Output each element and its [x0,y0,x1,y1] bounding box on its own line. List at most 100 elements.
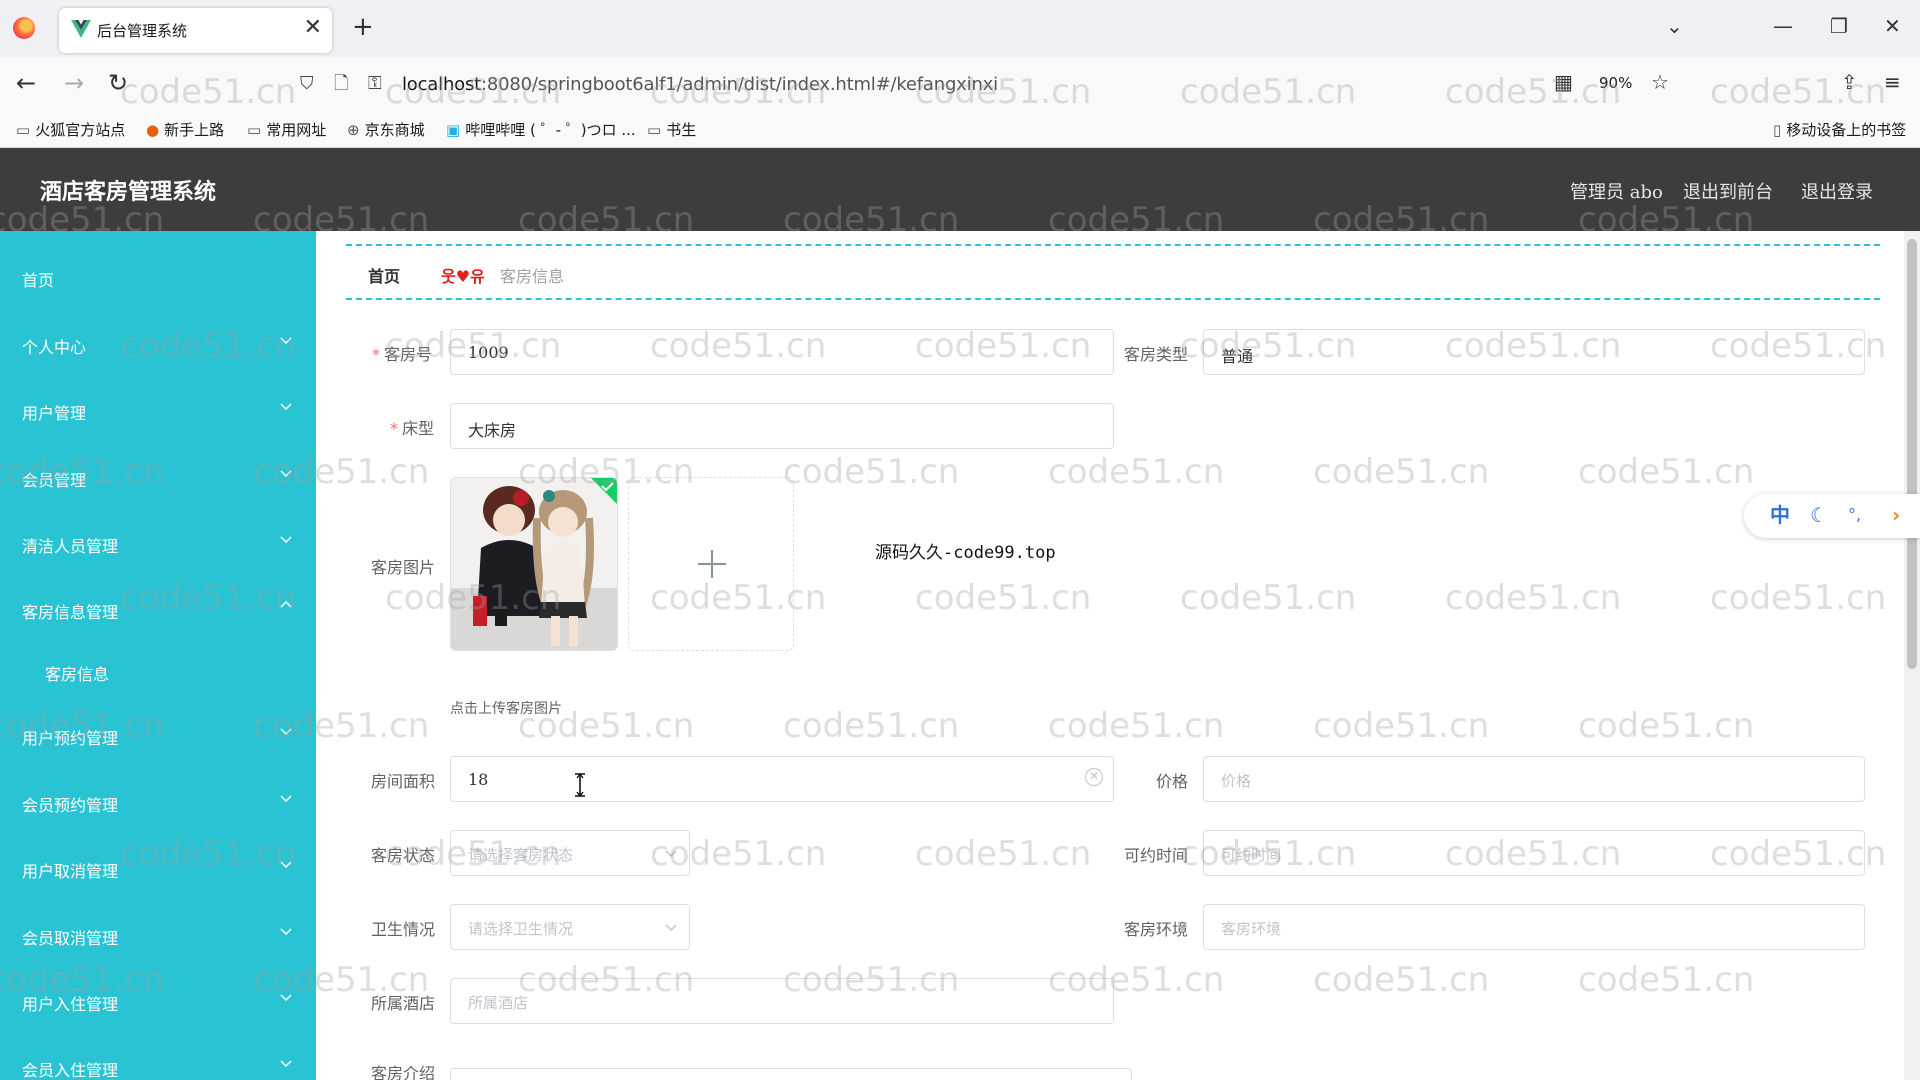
bed-type-input[interactable]: 大床房 [450,403,1114,449]
room-no-input[interactable]: 1009 [450,329,1114,375]
window-close-icon[interactable]: ✕ [1884,14,1901,38]
chevron-down-icon [280,994,292,1002]
new-tab-button[interactable]: + [352,12,374,42]
price-label: 价格 [1156,772,1189,791]
sidebar-item[interactable]: 用户入住管理 [0,981,316,1021]
sidebar-item-label: 会员管理 [22,471,87,490]
forward-icon[interactable]: → [64,69,84,97]
area-input[interactable]: 18 ✕ [450,756,1114,802]
sidebar-item[interactable]: 会员预约管理 [0,782,316,822]
sidebar-item[interactable]: 清洁人员管理 [0,523,316,563]
sidebar-item[interactable]: 客房信息 [0,651,316,691]
tab-title: 后台管理系统 [97,22,188,40]
hotel-input[interactable]: 所属酒店 [450,978,1114,1024]
bookmark-item[interactable]: ▭ 常用网址 [247,120,326,140]
sidebar-item[interactable]: 首页 [0,257,316,297]
key-icon[interactable]: ⚿ [368,73,382,95]
bookmark-star-icon[interactable]: ☆ [1651,70,1669,94]
ime-toolbar[interactable]: 中 ☾ °, › [1744,494,1920,538]
punctuation-icon[interactable]: °, [1848,503,1861,527]
close-tab-icon[interactable]: ✕ [304,16,322,40]
sidebar-item[interactable]: 会员入住管理 [0,1047,316,1080]
qr-code-icon[interactable]: ▦ [1554,70,1573,94]
sidebar-item-label: 个人中心 [22,338,87,357]
tab-list-icon[interactable]: ⌄ [1666,14,1683,38]
bookable-time-label: 可约时间 [1124,846,1189,865]
folder-icon: ▭ [647,121,662,139]
hygiene-label: 卫生情况 [371,920,436,939]
page-icon[interactable]: 🗋 [334,73,348,95]
sidebar-item-label: 客房信息 [45,665,110,684]
url-text[interactable]: localhost:8080/springboot6alf1/admin/dis… [402,74,998,95]
area-label: 房间面积 [371,772,436,791]
minimize-icon[interactable]: — [1773,14,1793,38]
bookmark-item[interactable]: ▭ 书生 [647,120,696,140]
folder-icon: ▭ [247,121,262,139]
room-no-label: * 客房号 [372,345,433,364]
chevron-down-icon [280,928,292,936]
chevron-down-icon [665,924,677,932]
bookmark-item[interactable]: ⊕ 京东商城 [347,120,425,140]
mobile-bookmarks[interactable]: ▯ 移动设备上的书签 [1773,120,1906,140]
intro-label: 客房介绍 [371,1064,436,1080]
upload-add-button[interactable] [628,477,794,651]
sidebar-item[interactable]: 用户预约管理 [0,715,316,755]
clear-icon[interactable]: ✕ [1085,768,1103,786]
reload-icon[interactable]: ↻ [108,69,128,97]
sidebar-item[interactable]: 会员取消管理 [0,915,316,955]
sidebar-item[interactable]: 用户管理 [0,390,316,430]
zoom-level[interactable]: 90% [1599,74,1632,92]
admin-label: 管理员 abo [1570,182,1663,203]
scrollbar-thumb[interactable] [1907,239,1917,669]
sidebar-item[interactable]: 用户取消管理 [0,848,316,888]
bookmark-item[interactable]: ▣ 哔哩哔哩 ( ゜- ゜)つロ ... [446,120,636,140]
page-scrollbar[interactable] [1904,231,1920,1080]
upload-tip: 点击上传客房图片 [450,701,562,717]
shield-icon[interactable]: ⛉ [300,73,314,95]
room-type-label: 客房类型 [1124,345,1189,364]
back-icon[interactable]: ← [16,69,36,97]
sidebar-item[interactable]: 会员管理 [0,457,316,497]
sidebar-item-label: 首页 [22,271,55,290]
main-content: 首页 웃♥유 客房信息 * 客房号 1009 客房类型 普通 * 床型 大床房 客房… [316,231,1904,1080]
extensions-icon[interactable]: ⇪ [1841,70,1858,94]
room-status-select[interactable]: 请选择客房状态 [450,830,690,876]
menu-icon[interactable]: ≡ [1884,70,1901,94]
room-status-label: 客房状态 [371,846,436,865]
firefox-icon[interactable] [13,17,35,39]
browser-tab[interactable]: 后台管理系统 ✕ [59,8,332,53]
restore-icon[interactable]: ❐ [1830,14,1848,38]
price-input[interactable]: 价格 [1203,756,1865,802]
ime-language[interactable]: 中 [1770,503,1790,527]
sidebar-item[interactable]: 客房信息管理 [0,589,316,629]
chevron-down-icon [280,861,292,869]
sidebar-item-label: 会员预约管理 [22,796,119,815]
bookmark-item[interactable]: ▭ 火狐官方站点 [16,120,125,140]
breadcrumb-separator: 웃♥유 [441,267,485,286]
moon-icon[interactable]: ☾ [1810,503,1828,527]
breadcrumb-home[interactable]: 首页 [368,263,400,287]
anime-illustration-image [451,478,617,650]
to-front-link[interactable]: 退出到前台 [1683,178,1773,204]
mobile-icon: ▯ [1773,121,1782,139]
sidebar-item-label: 用户预约管理 [22,729,119,748]
chevron-down-icon [280,795,292,803]
sidebar-item-label: 用户取消管理 [22,862,119,881]
intro-editor[interactable] [450,1068,1132,1080]
logout-link[interactable]: 退出登录 [1801,178,1873,204]
environment-input[interactable]: 客房环境 [1203,904,1865,950]
bookmark-item[interactable]: ● 新手上路 [146,120,224,140]
hygiene-select[interactable]: 请选择卫生情况 [450,904,690,950]
overlay-text: 源码久久-code99.top [875,543,1056,563]
sidebar-item[interactable]: 个人中心 [0,324,316,364]
app-title: 酒店客房管理系统 [40,179,217,205]
room-type-input[interactable]: 普通 [1203,329,1865,375]
sidebar-item-label: 清洁人员管理 [22,537,119,556]
bookable-time-input[interactable]: 可约时间 [1203,830,1865,876]
url-bar[interactable]: ⛉ 🗋 ⚿ localhost:8080/springboot6alf1/adm… [290,65,1680,103]
chevron-right-icon[interactable]: › [1892,503,1900,527]
browser-tabbar: 后台管理系统 ✕ + ⌄ — ❐ ✕ [0,0,1920,57]
uploaded-room-image[interactable] [450,477,618,651]
sidebar-item-label: 用户管理 [22,404,87,423]
hotel-label: 所属酒店 [371,994,436,1013]
